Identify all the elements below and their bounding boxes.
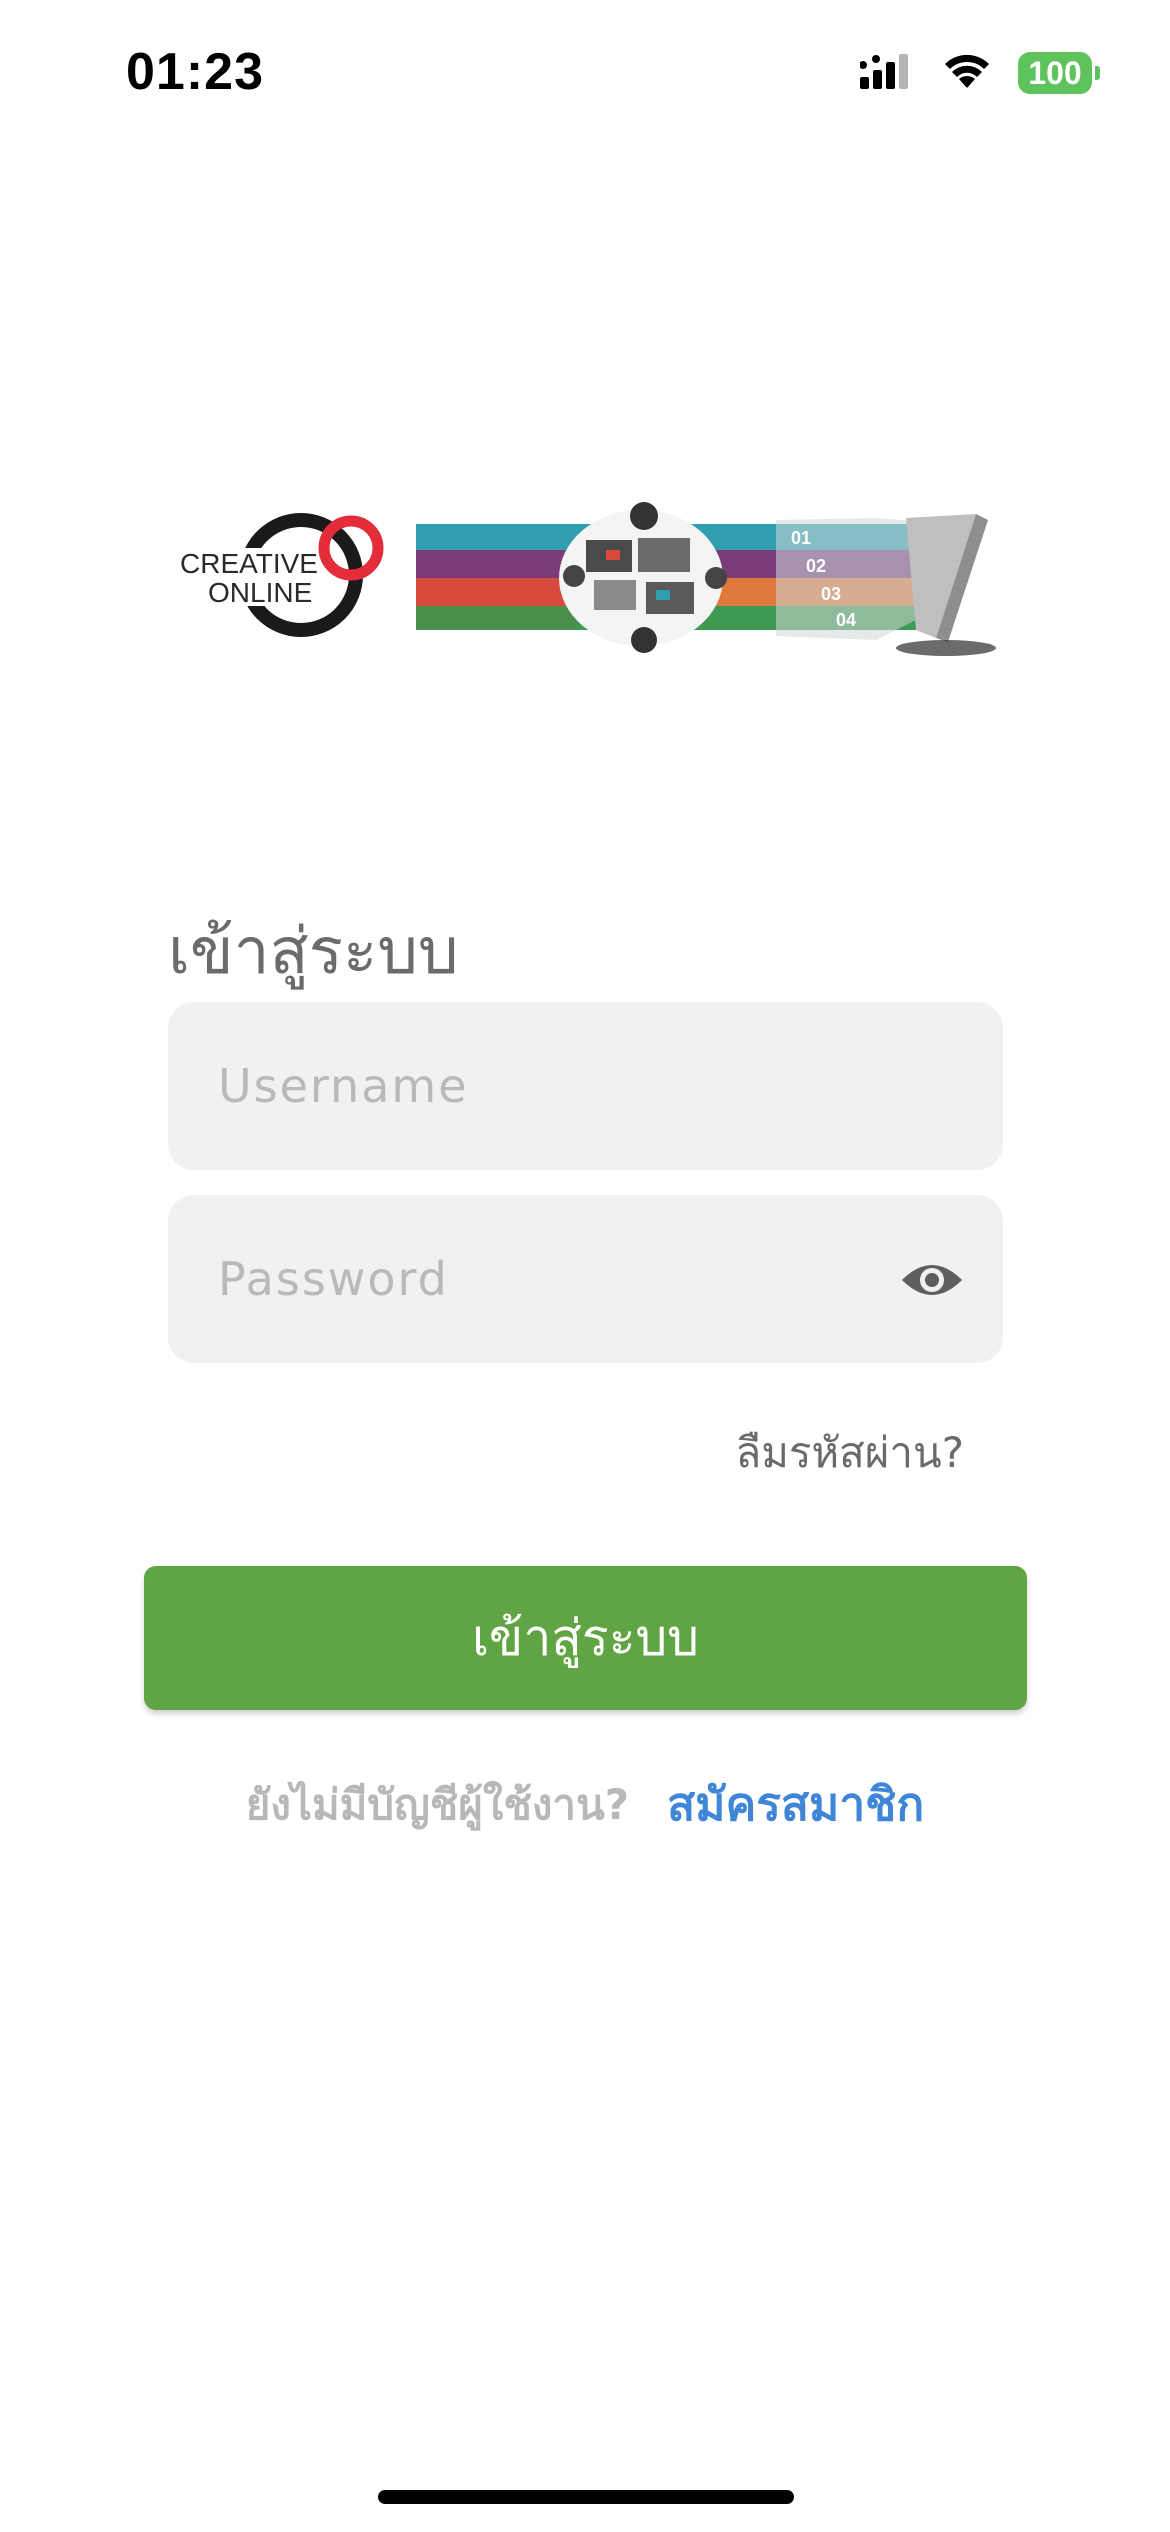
signup-prompt: ยังไม่มีบัญชีผู้ใช้งาน? bbox=[245, 1779, 630, 1829]
forgot-password-link[interactable]: ลืมรหัสผ่าน? bbox=[736, 1420, 965, 1486]
show-password-icon[interactable] bbox=[897, 1245, 967, 1315]
username-input[interactable] bbox=[218, 1002, 898, 1170]
banner-number-3: 03 bbox=[821, 584, 841, 604]
banner-number-4: 04 bbox=[836, 610, 856, 630]
signup-link[interactable]: สมัครสมาชิก bbox=[667, 1768, 924, 1841]
battery-tip bbox=[1095, 66, 1100, 80]
cellular-signal-icon bbox=[859, 53, 916, 93]
wifi-icon bbox=[942, 52, 992, 94]
battery-level: 100 bbox=[1028, 54, 1082, 91]
battery-icon: 100 bbox=[1018, 52, 1100, 94]
password-field-container bbox=[168, 1195, 1003, 1363]
status-icons: 100 bbox=[859, 52, 1100, 94]
password-input[interactable] bbox=[218, 1195, 898, 1363]
status-time: 01:23 bbox=[126, 43, 264, 101]
username-field-container bbox=[168, 1002, 1003, 1170]
app-logo: CREATIVE ONLINE 01 02 03 04 bbox=[176, 500, 996, 670]
banner-number-2: 02 bbox=[806, 556, 826, 576]
logo-text-line1: CREATIVE bbox=[180, 548, 318, 579]
login-heading: เข้าสู่ระบบ bbox=[168, 915, 459, 989]
home-indicator[interactable] bbox=[378, 2490, 794, 2504]
login-screen: 01:23 100 CREATIVE ONLINE 01 02 03 04 เข… bbox=[0, 0, 1170, 2532]
signup-row: ยังไม่มีบัญชีผู้ใช้งาน? สมัครสมาชิก bbox=[0, 1768, 1170, 1841]
login-button[interactable]: เข้าสู่ระบบ bbox=[144, 1566, 1027, 1710]
logo-text-line2: ONLINE bbox=[208, 577, 312, 608]
banner-number-1: 01 bbox=[791, 528, 811, 548]
